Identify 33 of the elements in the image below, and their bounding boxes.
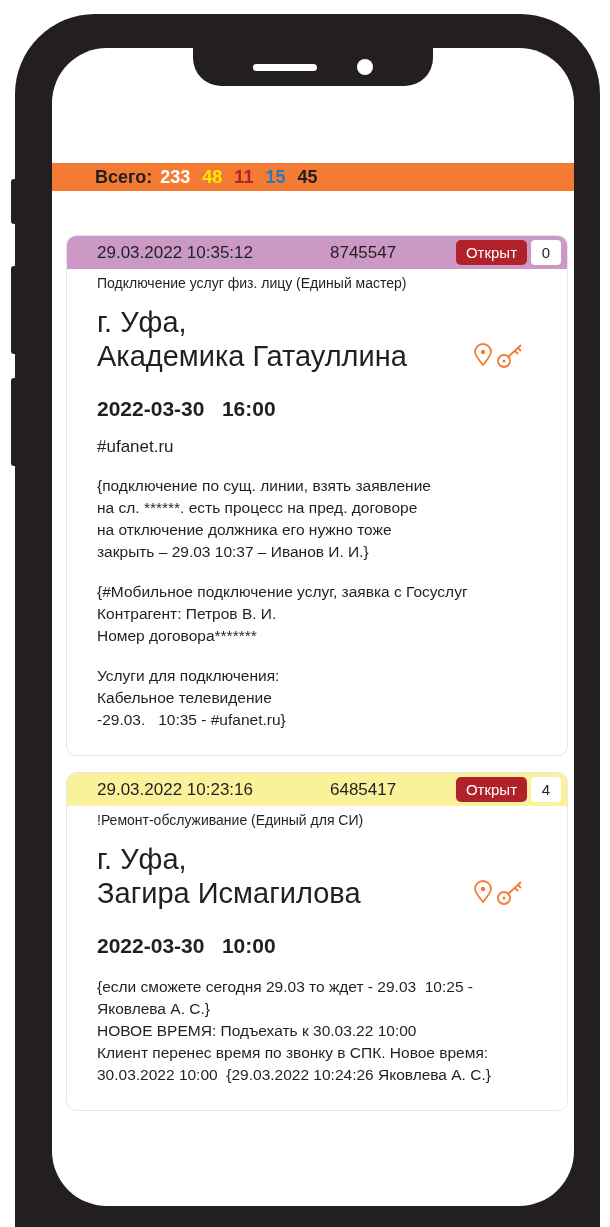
order-number: 8745547	[330, 242, 398, 263]
map-pin-icon[interactable]	[472, 880, 494, 904]
order-tag: #ufanet.ru	[97, 437, 537, 457]
order-address: г. Уфа, Академика Гатауллина	[97, 305, 408, 373]
order-note: {подключение по сущ. линии, взять заявление на сл. ******. есть процесс на пред. договоре на отключение должника его нужно тоже закрыть – 29.03 10:37 – Иванов И. И.}	[97, 476, 432, 562]
summary-label: Всего:	[95, 166, 153, 188]
count-badge: 4	[531, 777, 561, 802]
order-number: 6485417	[330, 779, 398, 800]
summary-count: 15	[265, 166, 286, 188]
order-note: Услуги для подключения: Кабельное телевидение -29.03. 10:35 - #ufanet.ru}	[97, 666, 287, 730]
created-time: 29.03.2022 10:23:16	[97, 779, 254, 800]
summary-count: 11	[234, 166, 254, 188]
order-note: {если сможете сегодня 29.03 то ждет - 29.03 10:25 - Яковлева А. С.} НОВОЕ ВРЕМЯ: Подъехать к 30.03.22 10:00 Клиент перенес время по звонку в СПК. Новое время: 30.03.2022 10:00 {29.03.2022 10:24:26 Яковлева А. С.}	[97, 977, 492, 1085]
scheduled-time: 2022-03-30 10:00	[97, 934, 277, 958]
order-note: {#Мобильное подключение услуг, заявка с Госуслуг Контрагент: Петров В. И. Номер договора*******	[97, 582, 469, 646]
order-category: !Ремонт-обслуживание (Единый для СИ)	[97, 812, 365, 828]
order-address: г. Уфа, Загира Исмагилова	[97, 842, 362, 910]
map-pin-icon[interactable]	[472, 343, 494, 367]
scheduled-time: 2022-03-30 16:00	[97, 397, 277, 421]
order-card[interactable]	[66, 235, 568, 756]
order-category: Подключение услуг физ. лицу (Единый мастер)	[97, 275, 408, 291]
status-badge: Открыт	[455, 240, 527, 265]
speaker	[253, 63, 317, 71]
summary-count: 45	[297, 166, 318, 188]
created-time: 29.03.2022 10:35:12	[97, 242, 254, 263]
summary-count: 233	[160, 166, 191, 188]
status-badge: Открыт	[455, 777, 527, 802]
summary-count: 48	[202, 166, 223, 188]
order-card[interactable]	[66, 772, 568, 1111]
key-icon[interactable]	[496, 343, 524, 369]
camera	[357, 59, 373, 75]
count-badge: 0	[531, 240, 561, 265]
key-icon[interactable]	[496, 880, 524, 906]
